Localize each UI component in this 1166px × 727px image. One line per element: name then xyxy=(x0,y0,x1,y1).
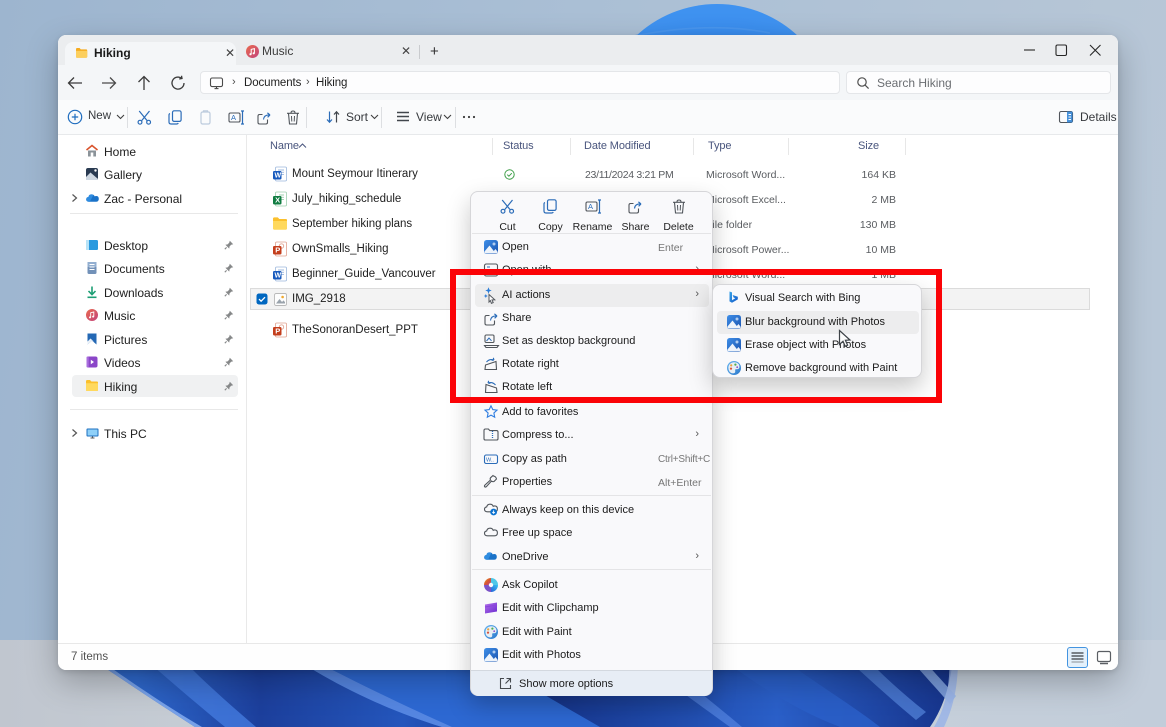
svg-text:W..: W.. xyxy=(486,458,494,464)
svg-text:W: W xyxy=(275,273,282,280)
svg-text:A: A xyxy=(231,113,236,122)
svg-text:P: P xyxy=(275,246,280,255)
svg-text:W: W xyxy=(275,173,282,180)
svg-text:X: X xyxy=(275,196,280,205)
svg-text:P: P xyxy=(275,327,280,336)
svg-text:A: A xyxy=(588,202,593,211)
